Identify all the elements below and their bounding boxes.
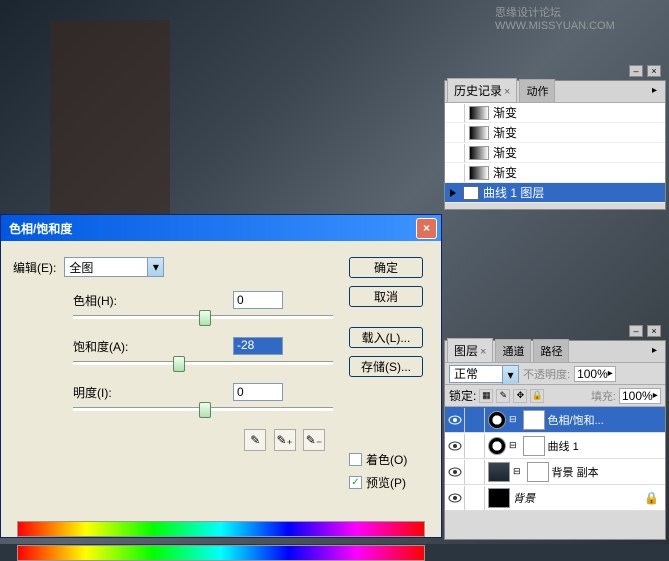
hue-label: 色相(H): bbox=[73, 292, 173, 309]
hue-input[interactable] bbox=[233, 291, 283, 309]
load-button[interactable]: 载入(L)... bbox=[349, 327, 423, 348]
history-row[interactable]: 渐变 bbox=[445, 103, 665, 123]
layer-thumb bbox=[488, 488, 510, 508]
lock-icon: 🔒 bbox=[644, 491, 659, 505]
edit-label: 编辑(E): bbox=[13, 259, 56, 276]
colorize-checkbox[interactable] bbox=[349, 453, 362, 466]
saturation-slider[interactable] bbox=[73, 361, 333, 365]
mask-thumb[interactable] bbox=[523, 410, 545, 430]
tab-channels[interactable]: 通道 bbox=[495, 339, 531, 362]
opacity-label: 不透明度: bbox=[523, 366, 570, 382]
ok-button[interactable]: 确定 bbox=[349, 257, 423, 278]
slider-thumb[interactable] bbox=[173, 356, 185, 372]
lightness-input[interactable] bbox=[233, 383, 283, 401]
colorize-label: 着色(O) bbox=[366, 451, 407, 468]
lock-move-icon[interactable]: ✥ bbox=[513, 389, 527, 403]
lightness-label: 明度(I): bbox=[73, 384, 173, 401]
close-icon[interactable]: × bbox=[647, 325, 661, 337]
adjustment-thumb bbox=[488, 411, 506, 429]
history-row[interactable]: 渐变 bbox=[445, 163, 665, 183]
layer-row[interactable]: 背景 🔒 bbox=[445, 485, 665, 511]
lock-label: 锁定: bbox=[449, 387, 476, 404]
mask-thumb[interactable] bbox=[523, 436, 545, 456]
slider-thumb[interactable] bbox=[199, 402, 211, 418]
history-list: 渐变 渐变 渐变 渐变 曲线 1 图层 bbox=[445, 103, 665, 203]
play-icon bbox=[450, 189, 456, 197]
fill-label: 填充: bbox=[591, 388, 616, 404]
layers-panel: – × 图层× 通道 路径 ▸ 正常 ▾ 不透明度: 100% ▸ 锁定: ▦ … bbox=[444, 340, 666, 540]
saturation-input[interactable]: -28 bbox=[233, 337, 283, 355]
preview-label: 预览(P) bbox=[366, 474, 406, 491]
chevron-down-icon[interactable]: ▾ bbox=[147, 258, 163, 276]
cancel-button[interactable]: 取消 bbox=[349, 286, 423, 307]
tab-actions[interactable]: 动作 bbox=[519, 79, 555, 102]
blend-mode-select[interactable]: 正常 ▾ bbox=[449, 365, 519, 383]
link-icon: ⊟ bbox=[513, 466, 521, 477]
saturation-label: 饱和度(A): bbox=[73, 338, 173, 355]
lock-transparency-icon[interactable]: ▦ bbox=[479, 389, 493, 403]
history-panel: – × 历史记录× 动作 ▸ 渐变 渐变 渐变 渐变 曲线 1 图层 bbox=[444, 80, 666, 210]
panel-menu-icon[interactable]: ▸ bbox=[652, 85, 657, 96]
lock-paint-icon[interactable]: ✎ bbox=[496, 389, 510, 403]
minimize-icon[interactable]: – bbox=[629, 325, 643, 337]
visibility-icon[interactable] bbox=[445, 408, 465, 432]
close-icon[interactable]: × bbox=[416, 218, 437, 239]
hue-saturation-dialog: 色相/饱和度 × 编辑(E): 全图 ▾ 色相(H): bbox=[0, 214, 442, 538]
visibility-icon[interactable] bbox=[445, 460, 465, 484]
slider-thumb[interactable] bbox=[199, 310, 211, 326]
tab-paths[interactable]: 路径 bbox=[533, 339, 569, 362]
lightness-slider[interactable] bbox=[73, 407, 333, 411]
layer-thumb bbox=[488, 462, 510, 482]
dialog-titlebar[interactable]: 色相/饱和度 × bbox=[1, 215, 441, 241]
link-icon: ⊟ bbox=[509, 440, 517, 451]
history-row[interactable]: 渐变 bbox=[445, 143, 665, 163]
color-spectrum bbox=[17, 521, 425, 537]
lock-all-icon[interactable]: 🔒 bbox=[530, 389, 544, 403]
minimize-icon[interactable]: – bbox=[629, 65, 643, 77]
eyedropper-sub-icon[interactable]: ✎₋ bbox=[303, 429, 325, 451]
tab-history[interactable]: 历史记录× bbox=[447, 78, 517, 102]
layer-row-selected[interactable]: ⊟ 色相/饱和... bbox=[445, 407, 665, 433]
opacity-input[interactable]: 100% ▸ bbox=[574, 366, 616, 382]
visibility-icon[interactable] bbox=[445, 486, 465, 510]
fill-input[interactable]: 100% ▸ bbox=[619, 388, 661, 404]
watermark: 思缘设计论坛 WWW.MISSYUAN.COM bbox=[495, 4, 669, 32]
panel-menu-icon[interactable]: ▸ bbox=[652, 345, 657, 356]
tab-layers[interactable]: 图层× bbox=[447, 338, 493, 362]
edit-select[interactable]: 全图 ▾ bbox=[64, 257, 164, 277]
eyedropper-icon[interactable]: ✎ bbox=[244, 429, 266, 451]
visibility-icon[interactable] bbox=[445, 434, 465, 458]
adjustment-thumb bbox=[488, 437, 506, 455]
dialog-title: 色相/饱和度 bbox=[9, 220, 72, 237]
preview-checkbox[interactable]: ✓ bbox=[349, 476, 362, 489]
layer-row[interactable]: ⊟ 背景 副本 bbox=[445, 459, 665, 485]
mask-thumb[interactable] bbox=[527, 462, 549, 482]
eyedropper-add-icon[interactable]: ✎₊ bbox=[274, 429, 296, 451]
color-spectrum-out bbox=[17, 545, 425, 561]
history-row-selected[interactable]: 曲线 1 图层 bbox=[445, 183, 665, 203]
link-icon: ⊟ bbox=[509, 414, 517, 425]
save-button[interactable]: 存储(S)... bbox=[349, 356, 423, 377]
layer-row[interactable]: ⊟ 曲线 1 bbox=[445, 433, 665, 459]
chevron-down-icon[interactable]: ▾ bbox=[502, 366, 518, 384]
history-row[interactable]: 渐变 bbox=[445, 123, 665, 143]
hue-slider[interactable] bbox=[73, 315, 333, 319]
close-icon[interactable]: × bbox=[647, 65, 661, 77]
